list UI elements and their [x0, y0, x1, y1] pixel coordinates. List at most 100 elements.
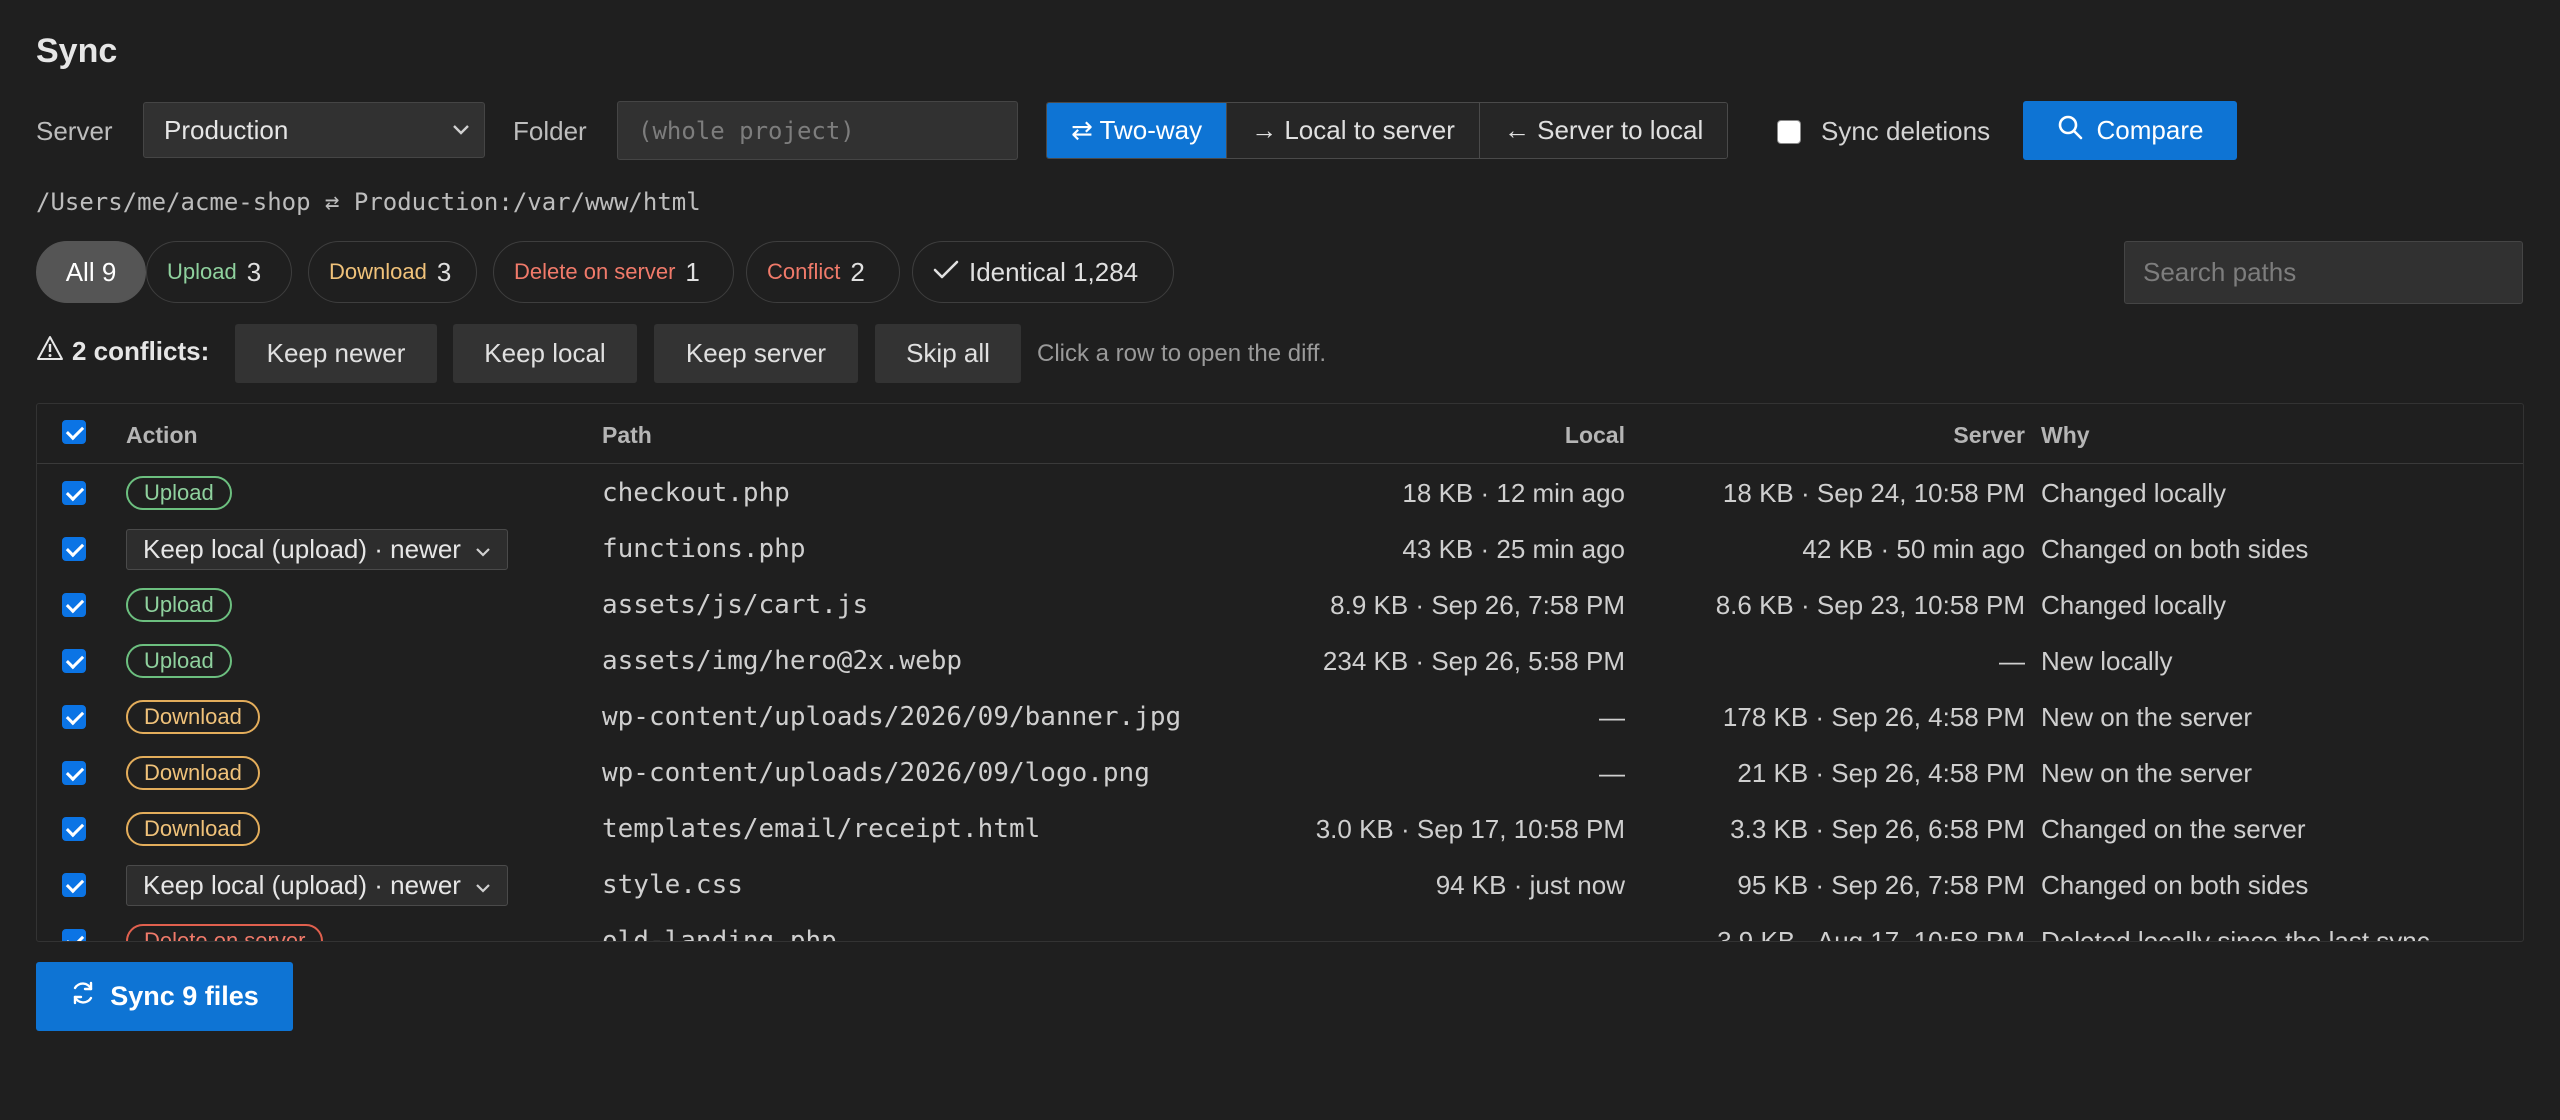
mode-server-to-local-button[interactable]: ← Server to local: [1479, 103, 1728, 158]
mode-local-to-server-button[interactable]: → Local to server: [1227, 103, 1480, 158]
row-path: old-landing.php: [602, 926, 837, 942]
conflict-resolution-value: Keep local (upload) · newer: [143, 533, 461, 564]
row-local-info: 8.9 KB · Sep 26, 7:58 PM: [1330, 589, 1625, 620]
row-path: templates/email/receipt.html: [602, 814, 1041, 844]
folder-input[interactable]: [617, 101, 1018, 160]
row-checkbox[interactable]: [62, 593, 86, 617]
row-checkbox[interactable]: [62, 649, 86, 673]
row-checkbox[interactable]: [62, 761, 86, 785]
filter-download[interactable]: Download 3: [308, 241, 477, 303]
row-server-info: —: [1999, 645, 2025, 676]
keep-newer-button[interactable]: Keep newer: [235, 324, 437, 383]
row-action-cell: Keep local (upload) · newer: [126, 521, 508, 577]
row-checkbox[interactable]: [62, 873, 86, 897]
row-action-cell: Download: [126, 689, 260, 745]
folder-label: Folder: [513, 116, 587, 146]
row-reason: Changed on both sides: [2041, 533, 2309, 564]
sync-deletions-toggle[interactable]: Sync deletions: [1777, 116, 1990, 147]
row-reason: New on the server: [2041, 757, 2252, 788]
filter-conflict[interactable]: Conflict 2: [746, 241, 900, 303]
row-reason: New locally: [2041, 645, 2173, 676]
conflicts-summary: 2 conflicts:: [36, 335, 209, 368]
table-header: Action Path Local Server Why: [37, 404, 2523, 464]
filter-all[interactable]: All 9: [36, 241, 146, 303]
row-checkbox[interactable]: [62, 481, 86, 505]
row-action-cell: Delete on server: [126, 913, 324, 941]
action-badge-download: Download: [126, 700, 260, 734]
row-action-cell: Download: [126, 801, 260, 857]
compare-button[interactable]: Compare: [2023, 101, 2237, 160]
row-checkbox[interactable]: [62, 929, 86, 941]
action-badge-delete: Delete on server: [126, 924, 324, 941]
table-row[interactable]: Upload checkout.php 18 KB · 12 min ago 18 K…: [37, 465, 2523, 521]
sync-direction-toggle: ⇄ Two-way → Local to server ← Server to …: [1046, 102, 1729, 159]
conflict-resolution-select[interactable]: Keep local (upload) · newer: [126, 528, 508, 570]
select-all-checkbox[interactable]: [62, 420, 86, 444]
search-paths-input[interactable]: [2124, 241, 2523, 304]
row-local-info: —: [1599, 701, 1625, 732]
chevron-down-icon: [475, 870, 491, 901]
row-server-info: 95 KB · Sep 26, 7:58 PM: [1737, 869, 2025, 900]
row-local-info: 18 KB · 12 min ago: [1402, 477, 1625, 508]
table-row[interactable]: Download wp-content/uploads/2026/09/logo.…: [37, 745, 2523, 801]
row-server-info: 3.9 KB · Aug 17, 10:58 PM: [1717, 925, 2025, 942]
sync-files-button[interactable]: Sync 9 files: [36, 962, 293, 1031]
table-row[interactable]: Keep local (upload) · newer functions.php…: [37, 521, 2523, 577]
row-checkbox[interactable]: [62, 817, 86, 841]
filter-delete-count: 1: [685, 256, 700, 287]
filter-download-label: Download: [329, 259, 427, 284]
skip-all-button[interactable]: Skip all: [875, 324, 1021, 383]
conflict-resolution-select[interactable]: Keep local (upload) · newer: [126, 864, 508, 906]
row-path: assets/img/hero@2x.webp: [602, 646, 963, 676]
row-local-info: 234 KB · Sep 26, 5:58 PM: [1322, 645, 1625, 676]
row-checkbox[interactable]: [62, 705, 86, 729]
chevron-down-icon: [446, 103, 476, 157]
row-path: style.css: [602, 870, 743, 900]
row-reason: Changed locally: [2041, 589, 2227, 620]
keep-local-button[interactable]: Keep local: [453, 324, 637, 383]
row-action-cell: Keep local (upload) · newer: [126, 857, 508, 913]
warning-icon: [36, 335, 64, 368]
row-path: functions.php: [602, 534, 806, 564]
mode-two-way-button[interactable]: ⇄ Two-way: [1047, 103, 1228, 158]
column-header-server: Server: [1953, 422, 2025, 448]
filter-conflict-count: 2: [850, 256, 865, 287]
compare-button-label: Compare: [2096, 115, 2204, 145]
column-header-path: Path: [602, 422, 652, 448]
action-badge-download: Download: [126, 756, 260, 790]
filter-upload[interactable]: Upload 3: [146, 241, 292, 303]
table-row[interactable]: Upload assets/js/cart.js 8.9 KB · Sep 26, …: [37, 577, 2523, 633]
row-server-info: 3.3 KB · Sep 26, 6:58 PM: [1730, 813, 2025, 844]
table-row[interactable]: Keep local (upload) · newer style.css 94 K…: [37, 857, 2523, 913]
row-reason: New on the server: [2041, 701, 2252, 732]
row-reason: Changed locally: [2041, 477, 2227, 508]
page-title: Sync: [36, 32, 118, 70]
row-server-info: 178 KB · Sep 26, 4:58 PM: [1722, 701, 2025, 732]
row-server-info: 21 KB · Sep 26, 4:58 PM: [1737, 757, 2025, 788]
row-local-info: 94 KB · just now: [1435, 869, 1625, 900]
table-row[interactable]: Upload assets/img/hero@2x.webp 234 KB · Se…: [37, 633, 2523, 689]
filter-identical[interactable]: Identical 1,284: [912, 241, 1174, 303]
row-checkbox[interactable]: [62, 537, 86, 561]
row-path: wp-content/uploads/2026/09/banner.jpg: [602, 702, 1182, 732]
server-label: Server: [36, 116, 113, 146]
filter-download-count: 3: [436, 256, 452, 287]
keep-server-button[interactable]: Keep server: [654, 324, 858, 383]
action-badge-download: Download: [126, 812, 260, 846]
sync-path-summary: /Users/me/acme-shop ⇄ Production:/var/ww…: [36, 188, 701, 216]
filter-upload-label: Upload: [167, 259, 237, 284]
filter-conflict-label: Conflict: [767, 259, 841, 284]
table-row[interactable]: Delete on server old-landing.php — 3.9 KB ·…: [37, 913, 2523, 942]
sync-deletions-label: Sync deletions: [1821, 116, 1991, 146]
server-select[interactable]: Production: [143, 102, 485, 158]
row-path: assets/js/cart.js: [602, 590, 869, 620]
row-action-cell: Upload: [126, 577, 232, 633]
column-header-local: Local: [1564, 422, 1625, 448]
filter-delete-on-server[interactable]: Delete on server 1: [493, 241, 734, 303]
column-header-action: Action: [126, 422, 198, 448]
table-row[interactable]: Download wp-content/uploads/2026/09/banne…: [37, 689, 2523, 745]
row-path: wp-content/uploads/2026/09/logo.png: [602, 758, 1150, 788]
sync-deletions-checkbox[interactable]: [1777, 119, 1801, 144]
table-row[interactable]: Download templates/email/receipt.html 3.0 …: [37, 801, 2523, 857]
diff-hint: Click a row to open the diff.: [1037, 340, 1327, 367]
